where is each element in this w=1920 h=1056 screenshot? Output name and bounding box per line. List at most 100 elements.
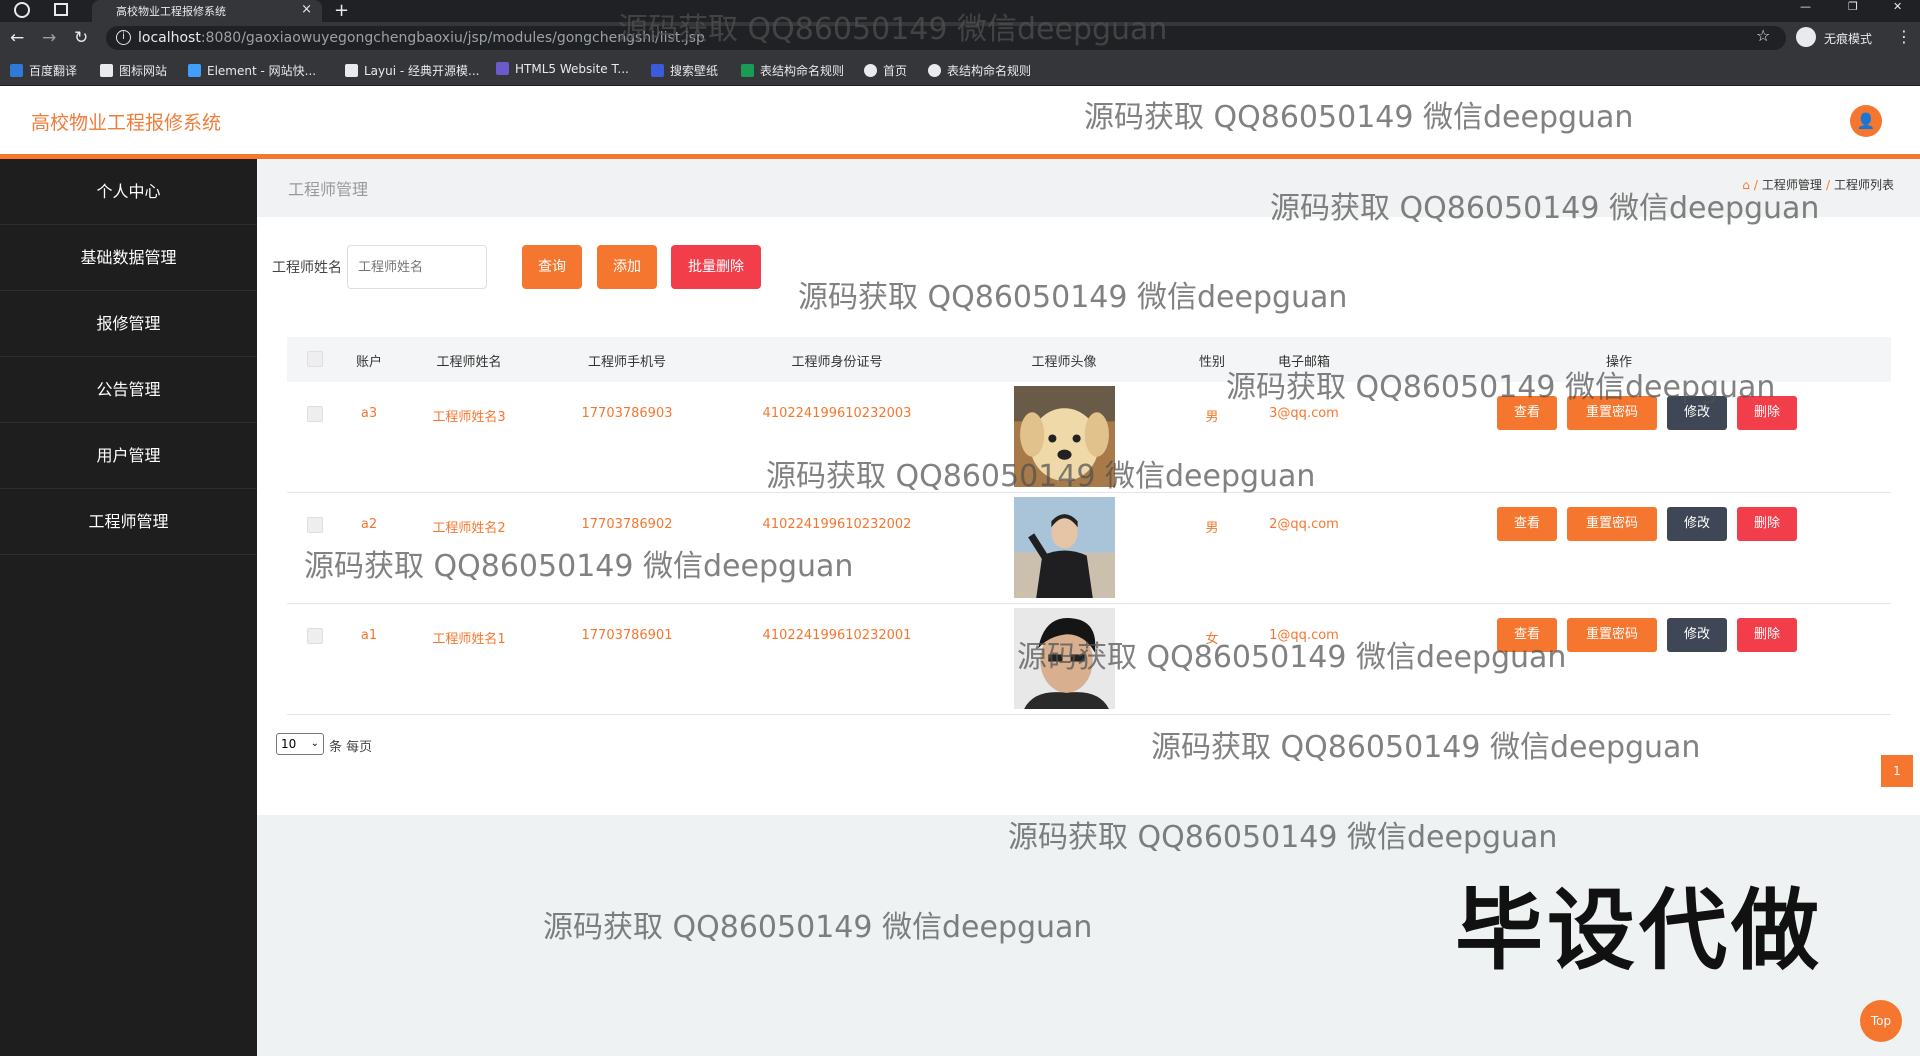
row-checkbox[interactable] [307, 628, 323, 644]
sidebar-item-personal-center[interactable]: 个人中心 [0, 159, 257, 225]
bookmark-item[interactable]: 表结构命名规则 [741, 62, 844, 78]
breadcrumb-separator: / [1825, 178, 1830, 192]
back-icon[interactable]: ← [10, 28, 24, 48]
sidebar-item-basic-data[interactable]: 基础数据管理 [0, 225, 257, 291]
column-header-actions: 操作 [1605, 355, 1633, 370]
edit-button[interactable]: 修改 [1667, 618, 1727, 652]
page-size-select[interactable]: 10 ⌄ [276, 733, 324, 755]
back-to-top-button[interactable]: Top [1860, 1000, 1902, 1042]
reset-password-button[interactable]: 重置密码 [1567, 618, 1657, 652]
bookmark-item[interactable]: 表结构命名规则 [928, 62, 1031, 78]
column-header-name: 工程师姓名 [436, 355, 502, 370]
cell-email: 3@qq.com [1269, 406, 1339, 421]
reset-password-button[interactable]: 重置密码 [1567, 507, 1657, 541]
restore-icon[interactable]: ❐ [1848, 0, 1858, 13]
bookmark-label: 百度翻译 [29, 64, 78, 78]
bookmark-label: 首页 [883, 64, 908, 78]
translate-icon [10, 64, 23, 77]
layui-icon [345, 64, 358, 77]
dog-photo [1014, 386, 1115, 487]
table-row: a1 工程师姓名1 17703786901 410224199610232001… [287, 604, 1891, 715]
sidebar-item-engineers[interactable]: 工程师管理 [0, 489, 257, 555]
view-button[interactable]: 查看 [1497, 396, 1557, 430]
cell-id-card: 410224199610232003 [762, 406, 912, 421]
tab-search-icon[interactable] [54, 3, 68, 16]
bookmark-label: 表结构命名规则 [947, 64, 1032, 78]
site-info-icon[interactable]: i [116, 30, 131, 45]
column-header-phone: 工程师手机号 [587, 355, 667, 370]
bookmark-label: HTML5 Website T... [515, 62, 629, 76]
column-header-id-card: 工程师身份证号 [791, 355, 883, 370]
bookmark-item[interactable]: Layui - 经典开源模... [345, 62, 479, 78]
cell-phone: 17703786903 [581, 406, 673, 421]
cell-gender: 男 [1205, 410, 1219, 425]
cell-phone: 17703786901 [581, 628, 673, 643]
cell-account: a3 [360, 406, 378, 421]
select-all-checkbox[interactable] [307, 351, 323, 367]
breadcrumb: ⌂ / 工程师管理 / 工程师列表 [1742, 176, 1894, 193]
bookmark-star-icon[interactable]: ☆ [1756, 26, 1770, 45]
column-header-gender: 性别 [1198, 355, 1226, 370]
address-bar: ← → ↻ i localhost:8080/gaoxiaowuyegongch… [0, 22, 1920, 54]
add-button[interactable]: 添加 [597, 245, 657, 289]
window-close-icon[interactable]: ✕ [1893, 0, 1902, 13]
cell-email: 2@qq.com [1269, 517, 1339, 532]
bookmark-item[interactable]: 首页 [864, 62, 907, 78]
sidebar-item-users[interactable]: 用户管理 [0, 423, 257, 489]
view-button[interactable]: 查看 [1497, 618, 1557, 652]
edit-button[interactable]: 修改 [1667, 396, 1727, 430]
cell-gender: 女 [1205, 632, 1219, 647]
globe-icon [864, 64, 877, 77]
query-button[interactable]: 查询 [522, 245, 582, 289]
search-label: 工程师姓名 [272, 260, 342, 276]
delete-button[interactable]: 删除 [1737, 396, 1797, 430]
column-header-photo: 工程师头像 [1031, 355, 1097, 370]
cell-email: 1@qq.com [1269, 628, 1339, 643]
bookmark-label: Element - 网站快... [207, 64, 317, 78]
table-header: 账户 工程师姓名 工程师手机号 工程师身份证号 工程师头像 性别 电子邮箱 操作 [287, 337, 1891, 382]
more-menu-icon[interactable]: ⋮ [1896, 27, 1912, 46]
minimize-icon[interactable]: — [1800, 0, 1811, 13]
cell-account: a2 [360, 517, 378, 532]
browser-tab-bar: 高校物业工程报修系统 × + — ❐ ✕ [0, 0, 1920, 22]
bookmark-label: 搜索壁纸 [670, 64, 719, 78]
new-tab-icon[interactable]: + [334, 0, 349, 21]
page-title: 工程师管理 [288, 180, 369, 199]
reload-icon[interactable]: ↻ [74, 28, 88, 48]
cell-gender: 男 [1205, 521, 1219, 536]
bookmark-item[interactable]: 搜索壁纸 [651, 62, 718, 78]
bookmark-item[interactable]: 百度翻译 [10, 62, 77, 78]
breadcrumb-section[interactable]: 工程师管理 [1762, 178, 1822, 192]
cell-name: 工程师姓名1 [432, 632, 506, 647]
reset-password-button[interactable]: 重置密码 [1567, 396, 1657, 430]
promo-banner: 毕设代做 [1455, 879, 1824, 982]
sidebar-item-notice[interactable]: 公告管理 [0, 357, 257, 423]
cell-account: a1 [360, 628, 378, 643]
close-tab-icon[interactable]: × [301, 2, 312, 17]
engineer-name-search-input[interactable] [347, 245, 487, 289]
bookmark-item[interactable]: Element - 网站快... [188, 62, 316, 78]
breadcrumb-current: 工程师列表 [1833, 178, 1894, 192]
row-checkbox[interactable] [307, 517, 323, 533]
delete-button[interactable]: 删除 [1737, 507, 1797, 541]
sidebar-item-repair[interactable]: 报修管理 [0, 291, 257, 357]
edit-button[interactable]: 修改 [1667, 507, 1727, 541]
table-row: a2 工程师姓名2 17703786902 410224199610232002… [287, 493, 1891, 604]
view-button[interactable]: 查看 [1497, 507, 1557, 541]
batch-delete-button[interactable]: 批量删除 [671, 245, 761, 289]
row-checkbox[interactable] [307, 406, 323, 422]
cell-name: 工程师姓名2 [432, 521, 506, 536]
delete-button[interactable]: 删除 [1737, 618, 1797, 652]
bookmark-item[interactable]: HTML5 Website T... [496, 62, 629, 78]
cell-name: 工程师姓名3 [432, 410, 506, 425]
page-number-button[interactable]: 1 [1881, 755, 1913, 787]
page-size-value: 10 [281, 737, 297, 751]
url-field[interactable]: i localhost:8080/gaoxiaowuyegongchengbao… [106, 26, 1786, 50]
bookmark-item[interactable]: 图标网站 [100, 62, 167, 78]
user-avatar-icon[interactable]: 👤 [1850, 105, 1882, 137]
bookmarks-bar: 百度翻译 图标网站 Element - 网站快... Layui - 经典开源模… [0, 54, 1920, 86]
forward-icon[interactable]: → [42, 28, 56, 48]
breadcrumb-separator: / [1753, 178, 1758, 192]
browser-tab[interactable]: 高校物业工程报修系统 × [92, 0, 322, 22]
home-icon[interactable]: ⌂ [1742, 178, 1750, 192]
